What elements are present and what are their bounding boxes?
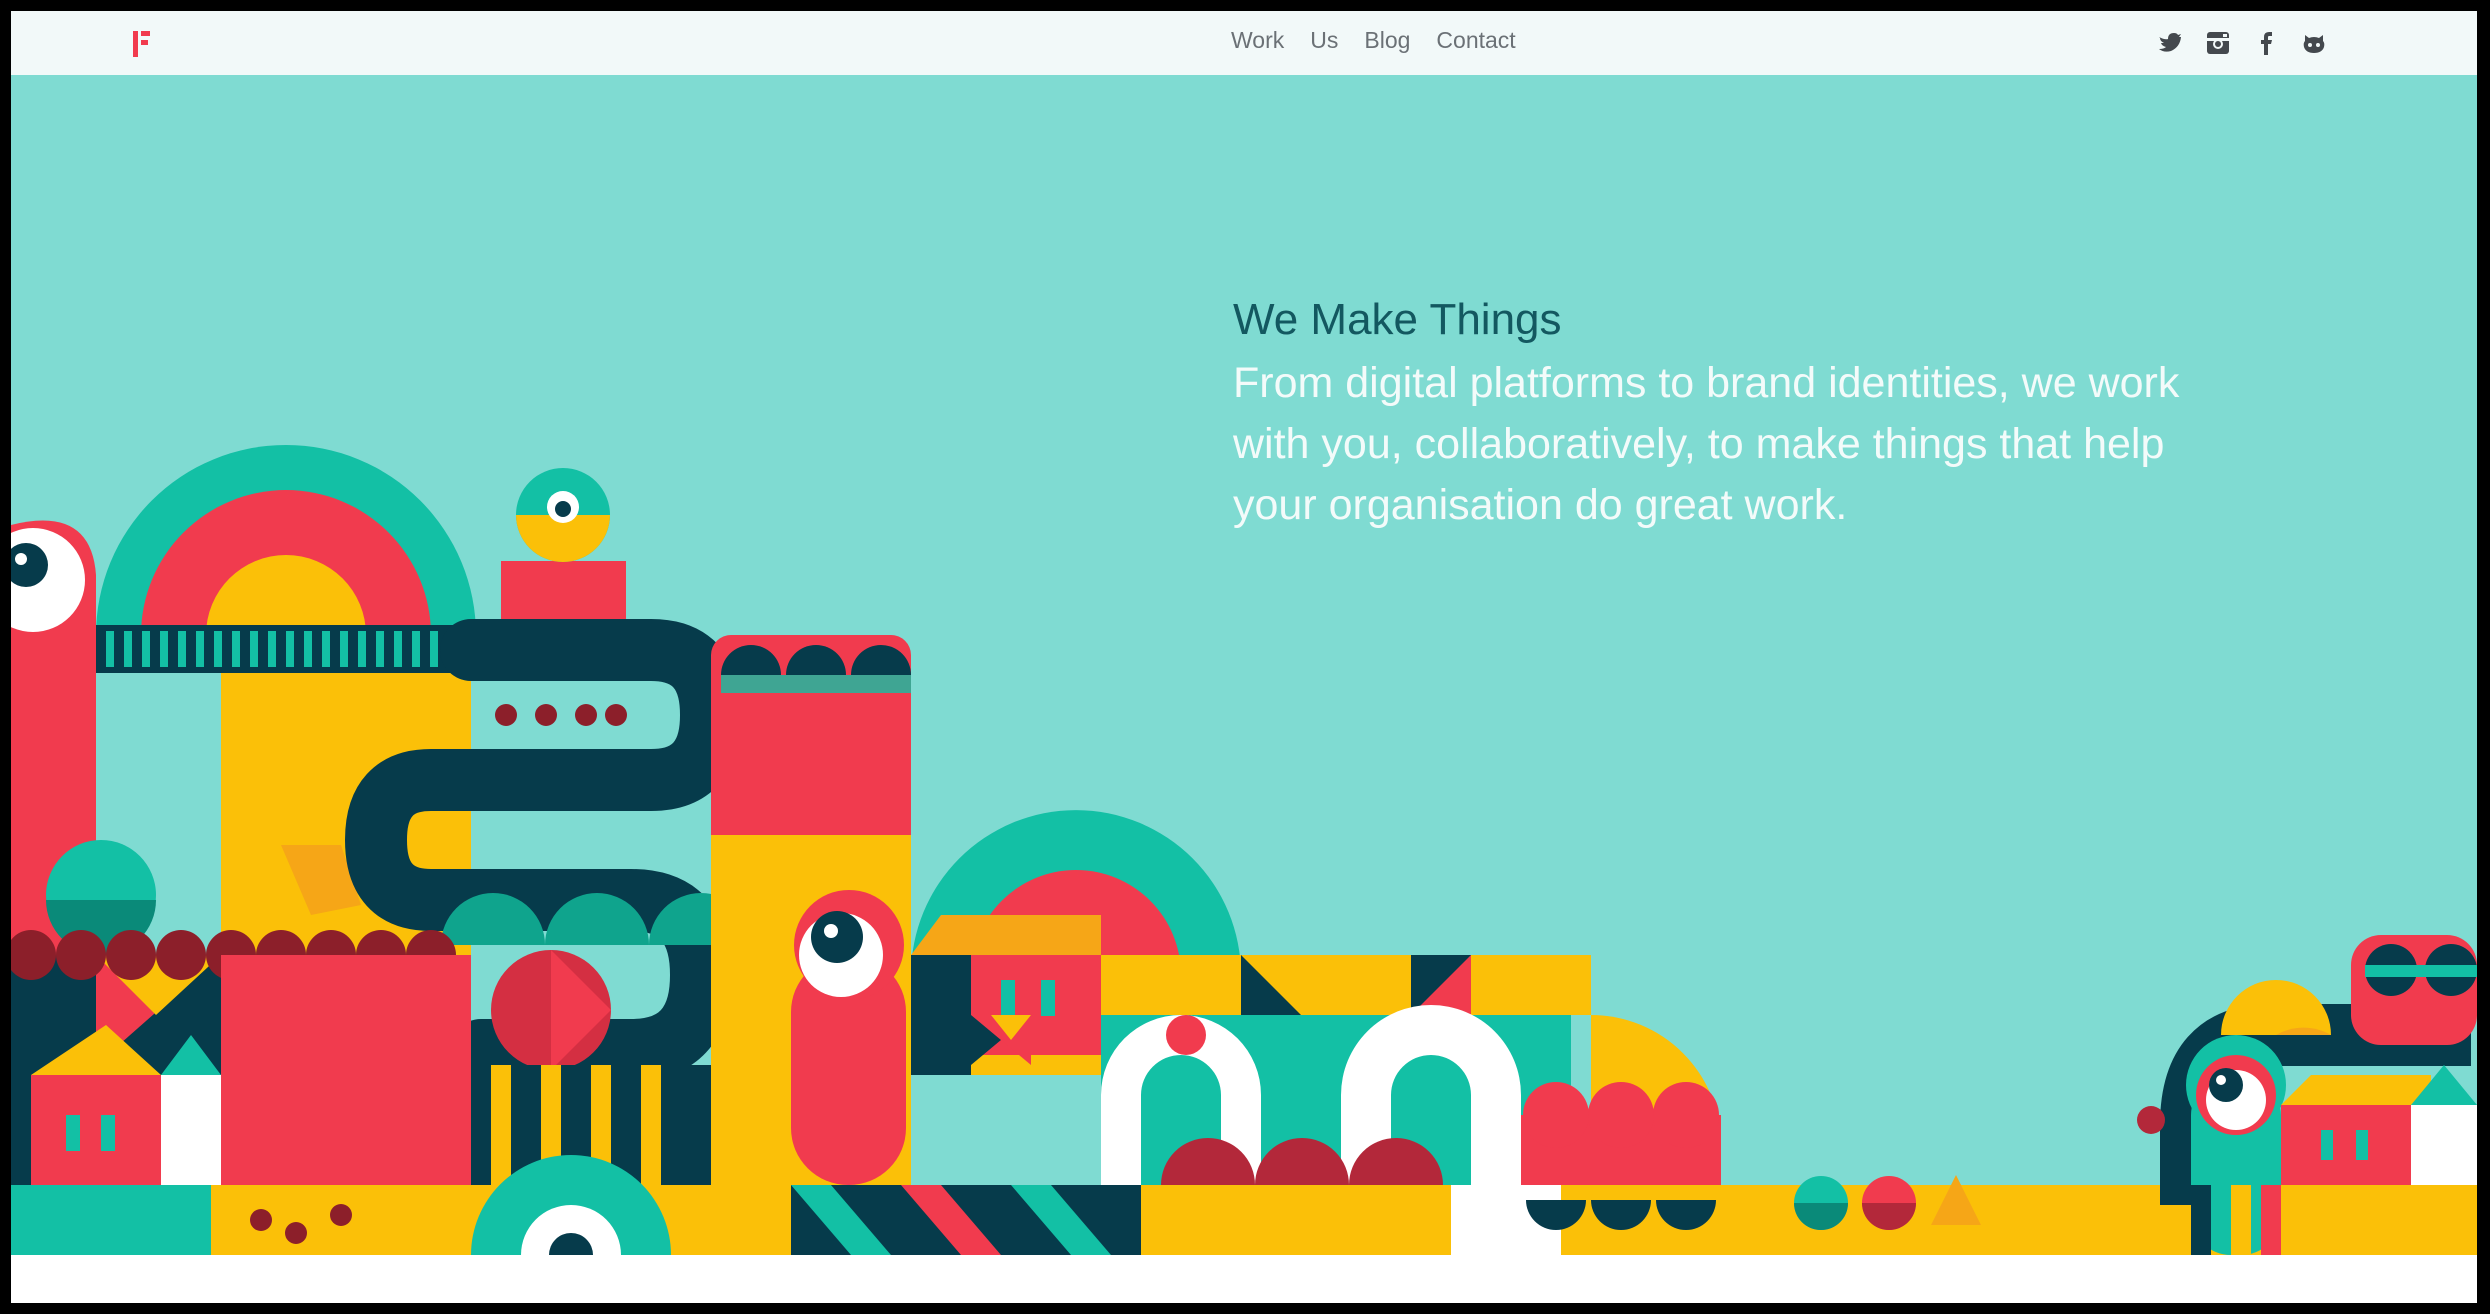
hero-headline: We Make Things (1233, 295, 1562, 344)
main-nav: Work Us Blog Contact (1231, 27, 1516, 54)
geometric-city-illustration (11, 445, 2477, 1255)
github-icon[interactable] (2300, 29, 2328, 57)
hero-subhead: From digital platforms to brand identiti… (1233, 359, 2180, 529)
facebook-icon[interactable] (2252, 29, 2280, 57)
nav-blog[interactable]: Blog (1364, 27, 1410, 54)
twitter-icon[interactable] (2156, 29, 2184, 57)
hero-section: We Make Things From digital platforms to… (11, 75, 2477, 1255)
top-navigation-bar: Work Us Blog Contact (11, 11, 2477, 75)
nav-work[interactable]: Work (1231, 27, 1284, 54)
nav-us[interactable]: Us (1310, 27, 1338, 54)
instagram-icon[interactable] (2204, 29, 2232, 57)
social-links (2156, 29, 2328, 57)
logo-icon[interactable] (121, 23, 161, 63)
nav-contact[interactable]: Contact (1436, 27, 1515, 54)
browser-frame: Work Us Blog Contact We Make Things From… (11, 11, 2477, 1303)
